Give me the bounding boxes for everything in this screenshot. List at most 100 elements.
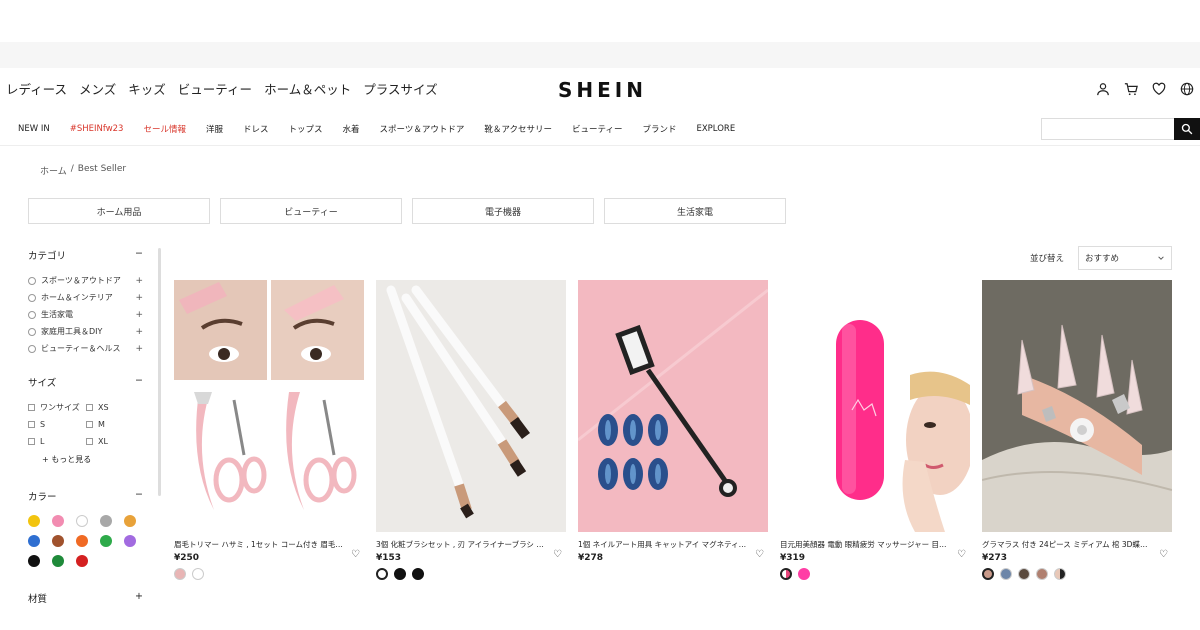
product-image[interactable] [780, 280, 970, 532]
product-card[interactable]: グラマラス 付き 24ピース ミディアム 棺 3D蝶々 デザイン ¥273 ♡ [982, 280, 1172, 580]
cart-icon[interactable] [1124, 82, 1138, 96]
size-filter-option[interactable]: L [28, 433, 86, 450]
color-swatch[interactable] [76, 535, 88, 547]
size-filter-option[interactable]: M [86, 416, 144, 433]
product-image[interactable] [174, 280, 364, 532]
wishlist-icon[interactable] [1152, 82, 1166, 96]
show-more-sizes-link[interactable]: + もっと見る [42, 454, 143, 465]
product-image[interactable] [376, 280, 566, 532]
tab-beauty[interactable]: ビューティー [172, 70, 258, 110]
chip-home-goods[interactable]: ホーム用品 [28, 198, 210, 224]
checkbox[interactable] [86, 421, 93, 428]
search-button[interactable] [1174, 118, 1200, 140]
product-title[interactable]: グラマラス 付き 24ピース ミディアム 棺 3D蝶々 デザイン [982, 539, 1152, 550]
subnav-item[interactable]: NEW IN [18, 124, 50, 134]
subnav-item[interactable]: 洋服 [206, 123, 223, 135]
search-input[interactable] [1041, 118, 1174, 140]
color-option[interactable] [1054, 568, 1066, 580]
product-card[interactable]: 目元用美顔器 電動 眼精疲労 マッサージャー 目の乾燥 ¥319 ♡ [780, 280, 970, 580]
product-title[interactable]: 1個 ネイルアート用具 キャットアイ マグネティック スティック [578, 539, 748, 550]
radio-button[interactable] [28, 310, 36, 319]
expand-icon[interactable]: + [135, 327, 143, 337]
product-image[interactable] [982, 280, 1172, 532]
product-card[interactable]: 3個 化粧ブラシセット , 刃 アイライナーブラシ ファンデーション ¥153 … [376, 280, 566, 580]
wishlist-heart-icon[interactable]: ♡ [553, 549, 562, 560]
subnav-item[interactable]: ブランド [642, 123, 676, 135]
tab-kids[interactable]: キッズ [122, 70, 172, 110]
color-option[interactable] [798, 568, 810, 580]
color-swatch[interactable] [52, 555, 64, 567]
radio-button[interactable] [28, 327, 36, 336]
color-option[interactable] [394, 568, 406, 580]
checkbox[interactable] [28, 421, 35, 428]
color-option[interactable] [780, 568, 792, 580]
wishlist-heart-icon[interactable]: ♡ [755, 549, 764, 560]
size-filter-option[interactable]: S [28, 416, 86, 433]
checkbox[interactable] [86, 438, 93, 445]
wishlist-heart-icon[interactable]: ♡ [1159, 549, 1168, 560]
color-option[interactable] [982, 568, 994, 580]
subnav-item[interactable]: トップス [289, 123, 323, 135]
color-swatch[interactable] [52, 535, 64, 547]
wishlist-heart-icon[interactable]: ♡ [957, 549, 966, 560]
color-option[interactable] [1036, 568, 1048, 580]
radio-button[interactable] [28, 293, 36, 302]
color-filter-header[interactable]: カラー − [28, 489, 143, 503]
collapse-icon[interactable]: − [135, 248, 143, 262]
checkbox[interactable] [28, 404, 35, 411]
shein-logo[interactable]: SHEIN [558, 78, 647, 102]
chip-appliances[interactable]: 生活家電 [604, 198, 786, 224]
chip-electronics[interactable]: 電子機器 [412, 198, 594, 224]
tab-home-pet[interactable]: ホーム＆ペット [258, 70, 357, 110]
category-filter-option[interactable]: 生活家電 + [28, 306, 143, 323]
subnav-item[interactable]: ビューティー [572, 123, 623, 135]
color-swatch[interactable] [52, 515, 64, 527]
category-filter-option[interactable]: ビューティー＆ヘルス + [28, 340, 143, 357]
subnav-item[interactable]: ドレス [243, 123, 269, 135]
product-image[interactable] [578, 280, 768, 532]
chip-beauty[interactable]: ビューティー [220, 198, 402, 224]
account-icon[interactable] [1096, 82, 1110, 96]
color-option[interactable] [174, 568, 186, 580]
subnav-item[interactable]: 水着 [343, 123, 360, 135]
subnav-item[interactable]: 靴＆アクセサリー [484, 123, 552, 135]
radio-button[interactable] [28, 276, 36, 285]
size-filter-option[interactable]: XL [86, 433, 144, 450]
collapse-icon[interactable]: − [135, 375, 143, 389]
color-swatch[interactable] [28, 555, 40, 567]
subnav-item[interactable]: #SHEINfw23 [70, 124, 124, 134]
product-card[interactable]: 眉毛トリマー ハサミ , 1セット コーム付き 眉毛カッター ¥250 ♡ [174, 280, 364, 580]
size-filter-option[interactable]: ワンサイズ [28, 399, 86, 416]
product-card[interactable]: 1個 ネイルアート用具 キャットアイ マグネティック スティック ¥278 ♡ [578, 280, 768, 568]
tab-plus-size[interactable]: プラスサイズ [357, 70, 443, 110]
sidebar-scrollbar[interactable] [158, 248, 161, 496]
color-option[interactable] [192, 568, 204, 580]
tab-mens[interactable]: メンズ [73, 70, 122, 110]
subnav-item[interactable]: セール情報 [143, 123, 186, 135]
color-swatch[interactable] [76, 515, 88, 527]
category-filter-option[interactable]: 家庭用工具＆DIY + [28, 323, 143, 340]
color-swatch[interactable] [28, 515, 40, 527]
size-filter-header[interactable]: サイズ − [28, 375, 143, 389]
category-filter-header[interactable]: カテゴリ − [28, 248, 143, 262]
color-option[interactable] [376, 568, 388, 580]
color-option[interactable] [1000, 568, 1012, 580]
tab-ladies[interactable]: レディース [0, 70, 74, 110]
breadcrumb-home[interactable]: ホーム [40, 164, 67, 177]
checkbox[interactable] [28, 438, 35, 445]
size-filter-option[interactable]: XS [86, 399, 144, 416]
subnav-item[interactable]: スポーツ＆アウトドア [380, 123, 465, 135]
expand-icon[interactable]: + [135, 344, 143, 354]
color-swatch[interactable] [100, 535, 112, 547]
radio-button[interactable] [28, 344, 36, 353]
checkbox[interactable] [86, 404, 93, 411]
expand-icon[interactable]: + [135, 293, 143, 303]
collapse-icon[interactable]: − [135, 489, 143, 503]
color-option[interactable] [412, 568, 424, 580]
globe-icon[interactable] [1180, 82, 1194, 96]
category-filter-option[interactable]: スポーツ＆アウトドア + [28, 272, 143, 289]
sort-select[interactable]: おすすめ [1078, 246, 1173, 270]
color-swatch[interactable] [28, 535, 40, 547]
product-title[interactable]: 目元用美顔器 電動 眼精疲労 マッサージャー 目の乾燥 [780, 539, 950, 550]
product-title[interactable]: 眉毛トリマー ハサミ , 1セット コーム付き 眉毛カッター [174, 539, 344, 550]
